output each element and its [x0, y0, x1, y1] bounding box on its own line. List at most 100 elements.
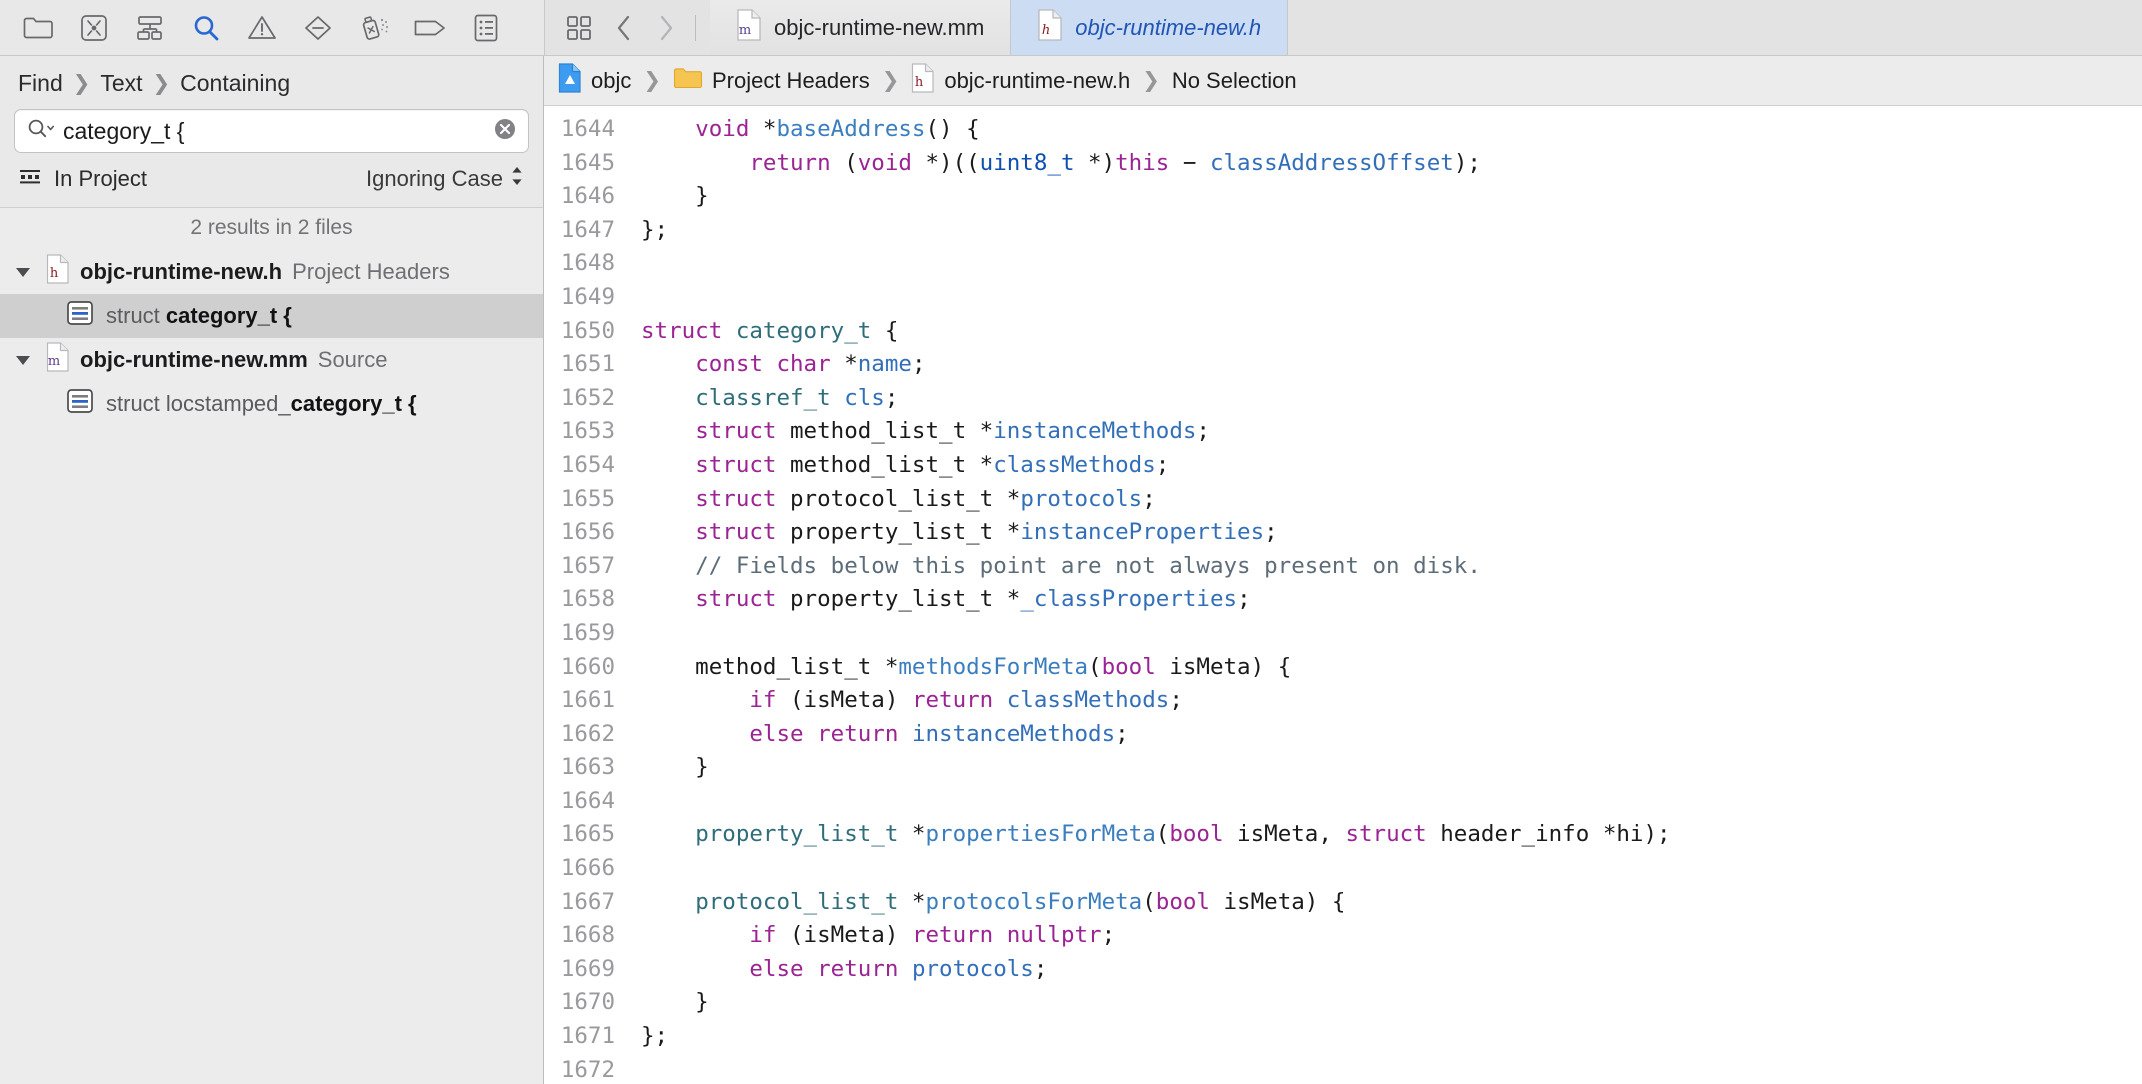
- code-token: property_list_t: [695, 821, 899, 848]
- code-line[interactable]: };: [641, 1020, 2142, 1054]
- code-line[interactable]: [641, 617, 2142, 651]
- code-line[interactable]: else return protocols;: [641, 953, 2142, 987]
- code-line[interactable]: struct category_t {: [641, 315, 2142, 349]
- find-scope-find[interactable]: Find: [18, 70, 63, 97]
- line-number: 1648: [560, 250, 615, 277]
- code-token: );: [1453, 149, 1481, 176]
- find-scope-containing[interactable]: Containing: [180, 70, 290, 97]
- code-line[interactable]: struct method_list_t *instanceMethods;: [641, 415, 2142, 449]
- code-line[interactable]: struct protocol_list_t *protocols;: [641, 483, 2142, 517]
- report-list-icon[interactable]: [458, 8, 514, 48]
- tab-objc-runtime-new-h[interactable]: h objc-runtime-new.h: [1011, 0, 1289, 55]
- code-line[interactable]: classref_t cls;: [641, 382, 2142, 416]
- search-icon[interactable]: [178, 8, 234, 48]
- chevron-right-icon[interactable]: [645, 8, 687, 48]
- code-token: ;: [1033, 955, 1048, 982]
- code-token: protocolsForMeta: [925, 888, 1143, 915]
- code-token: method_list_t *: [776, 451, 994, 478]
- code-token: struct: [695, 586, 777, 613]
- code-line[interactable]: [641, 1054, 2142, 1084]
- code-text[interactable]: void *baseAddress() { return (void *)((u…: [629, 113, 2142, 1084]
- find-case-option[interactable]: Ignoring Case: [366, 163, 525, 195]
- code-line[interactable]: property_list_t *propertiesForMeta(bool …: [641, 818, 2142, 852]
- breadcrumb-item-file[interactable]: h objc-runtime-new.h: [911, 62, 1130, 99]
- breadcrumb-item-folder[interactable]: Project Headers: [673, 66, 870, 96]
- svg-text:m: m: [48, 354, 60, 369]
- code-line[interactable]: struct property_list_t *instanceProperti…: [641, 516, 2142, 550]
- scope-icon: [18, 166, 44, 192]
- line-number: 1659: [560, 619, 615, 646]
- code-line[interactable]: [641, 785, 2142, 819]
- code-line[interactable]: else return instanceMethods;: [641, 718, 2142, 752]
- find-breadcrumb: Find ❯ Text ❯ Containing: [0, 56, 543, 105]
- code-line[interactable]: if (isMeta) return classMethods;: [641, 684, 2142, 718]
- chevron-left-icon[interactable]: [603, 8, 645, 48]
- folder-icon[interactable]: [10, 8, 66, 48]
- code-line[interactable]: const char *name;: [641, 348, 2142, 382]
- result-file-name: objc-runtime-new.mm: [80, 347, 308, 372]
- code-token: *: [898, 888, 926, 915]
- hierarchy-icon[interactable]: [122, 8, 178, 48]
- code-area[interactable]: 1644 1645 1646 1647 1648 1649 1650 1651 1652 1653…: [544, 106, 2142, 1084]
- code-token: ;: [1155, 451, 1170, 478]
- chevron-right-icon: ❯: [1142, 69, 1160, 92]
- code-line[interactable]: }: [641, 180, 2142, 214]
- code-token: cls: [844, 384, 885, 411]
- code-line[interactable]: [641, 247, 2142, 281]
- code-token: property_list_t *: [776, 519, 1021, 546]
- breadcrumb-item-project[interactable]: objc: [558, 62, 632, 99]
- code-token: *: [830, 351, 858, 378]
- clear-circle-icon[interactable]: [492, 116, 518, 147]
- result-file-row[interactable]: m objc-runtime-new.mm Source: [0, 338, 543, 382]
- line-number: 1645: [560, 149, 615, 176]
- warning-triangle-icon[interactable]: [234, 8, 290, 48]
- disclosure-triangle-icon[interactable]: [10, 350, 36, 370]
- code-line[interactable]: struct property_list_t *_classProperties…: [641, 583, 2142, 617]
- find-scope-button[interactable]: In Project: [54, 166, 147, 192]
- code-line[interactable]: }: [641, 751, 2142, 785]
- search-input-value[interactable]: category_t {: [63, 118, 484, 145]
- code-line[interactable]: method_list_t *methodsForMeta(bool isMet…: [641, 651, 2142, 685]
- code-line[interactable]: protocol_list_t *protocolsForMeta(bool i…: [641, 886, 2142, 920]
- code-line[interactable]: // Fields below this point are not alway…: [641, 550, 2142, 584]
- search-input[interactable]: category_t {: [14, 109, 529, 153]
- code-line[interactable]: };: [641, 214, 2142, 248]
- tag-icon[interactable]: [402, 8, 458, 48]
- source-control-icon[interactable]: [66, 8, 122, 48]
- code-token: const: [695, 351, 763, 378]
- code-line[interactable]: [641, 852, 2142, 886]
- code-line[interactable]: }: [641, 986, 2142, 1020]
- tab-objc-runtime-new-mm[interactable]: m objc-runtime-new.mm: [710, 0, 1012, 55]
- result-match-row[interactable]: struct category_t {: [0, 294, 543, 338]
- code-line[interactable]: void *baseAddress() {: [641, 113, 2142, 147]
- search-icon[interactable]: [27, 118, 55, 145]
- line-number: 1670: [560, 989, 615, 1016]
- code-token: ;: [1264, 519, 1278, 546]
- diamond-minus-icon[interactable]: [290, 8, 346, 48]
- code-token: classref_t: [695, 384, 831, 411]
- find-scope-text[interactable]: Text: [100, 70, 142, 97]
- disclosure-triangle-icon[interactable]: [10, 262, 36, 282]
- line-number: 1658: [560, 586, 615, 613]
- breadcrumb-item-selection[interactable]: No Selection: [1172, 68, 1297, 94]
- code-token: else: [749, 720, 804, 747]
- spray-can-icon[interactable]: [346, 8, 402, 48]
- code-token: isMeta) {: [1155, 653, 1292, 680]
- result-file-row[interactable]: h objc-runtime-new.h Project Headers: [0, 250, 543, 294]
- line-number: 1662: [560, 720, 615, 747]
- result-match-row[interactable]: struct locstamped_category_t {: [0, 382, 543, 426]
- editor-breadcrumb: objc ❯ Project Headers ❯ h objc-runtime-…: [544, 56, 2142, 106]
- code-token: (: [1088, 653, 1102, 680]
- code-line[interactable]: return (void *)((uint8_t *)this − classA…: [641, 147, 2142, 181]
- code-token: bool: [1101, 653, 1156, 680]
- chevron-right-icon: ❯: [72, 72, 91, 95]
- code-line[interactable]: struct method_list_t *classMethods;: [641, 449, 2142, 483]
- grid-squares-icon[interactable]: [555, 8, 603, 48]
- code-line[interactable]: [641, 281, 2142, 315]
- code-line[interactable]: if (isMeta) return nullptr;: [641, 919, 2142, 953]
- breadcrumb-label: objc: [591, 67, 632, 93]
- line-number: 1655: [560, 485, 615, 512]
